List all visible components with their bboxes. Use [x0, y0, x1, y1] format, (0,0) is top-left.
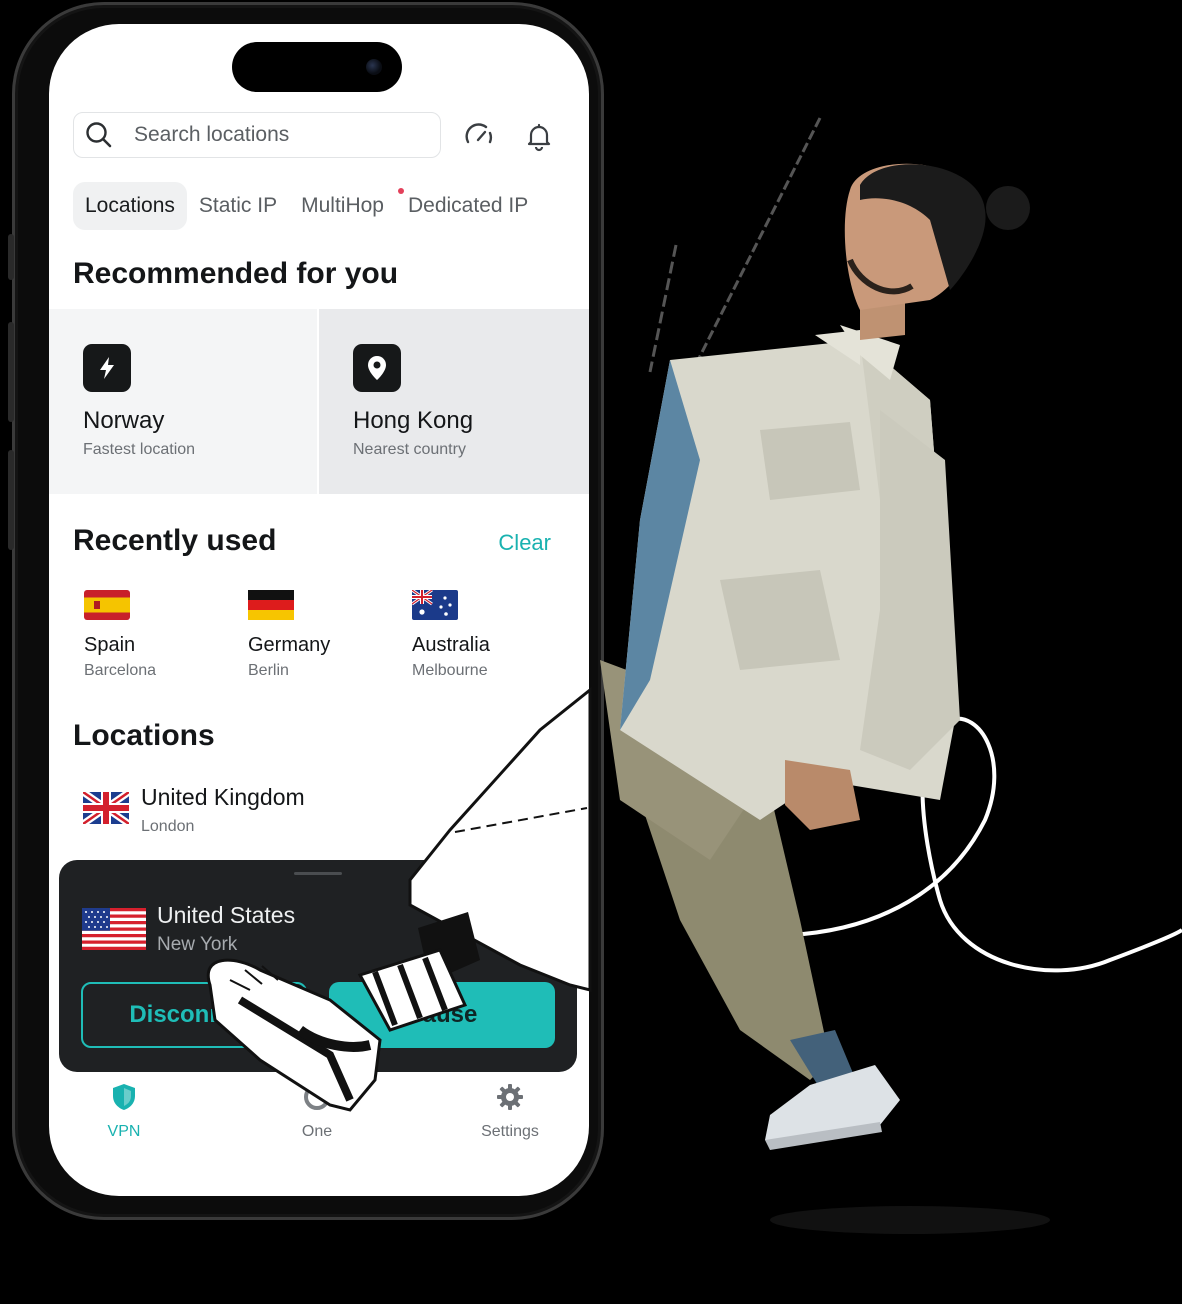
sneaker-illustration	[206, 686, 592, 1112]
